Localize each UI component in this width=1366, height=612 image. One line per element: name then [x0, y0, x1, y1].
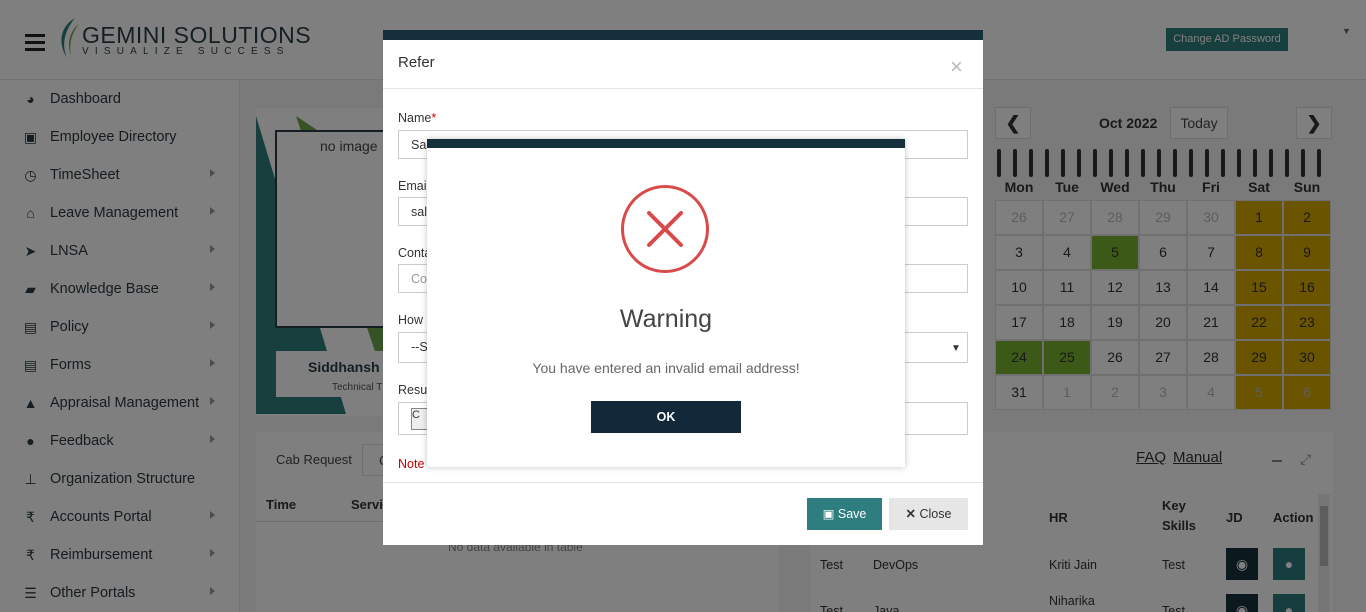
warning-message: You have entered an invalid email addres…: [532, 360, 800, 376]
refer-modal-title: Refer: [398, 54, 435, 71]
save-icon: ▣: [822, 507, 838, 521]
resume-field-label: Resu: [398, 383, 428, 397]
required-asterisk: *: [431, 111, 437, 125]
save-button[interactable]: ▣ Save: [807, 498, 882, 530]
close-icon[interactable]: ×: [950, 54, 963, 80]
name-label-text: Name: [398, 111, 432, 125]
ok-button[interactable]: OK: [591, 401, 741, 433]
close-button[interactable]: ✕ Close: [889, 498, 968, 530]
error-x-icon: [621, 185, 709, 273]
chevron-down-icon[interactable]: ▼: [951, 343, 961, 354]
email-field-label: Emai: [398, 179, 427, 193]
close-x-icon: ✕: [905, 507, 920, 521]
name-field-label: Name*: [398, 111, 436, 125]
modal-header-divider: [383, 88, 983, 89]
warning-title: Warning: [619, 305, 713, 333]
save-label: Save: [837, 507, 867, 521]
warning-dialog: Warning You have entered an invalid emai…: [427, 139, 905, 467]
close-label: Close: [919, 507, 952, 521]
modal-footer-divider: [383, 482, 983, 483]
how-field-label: How: [398, 313, 424, 327]
note-label: Note: [398, 457, 425, 471]
